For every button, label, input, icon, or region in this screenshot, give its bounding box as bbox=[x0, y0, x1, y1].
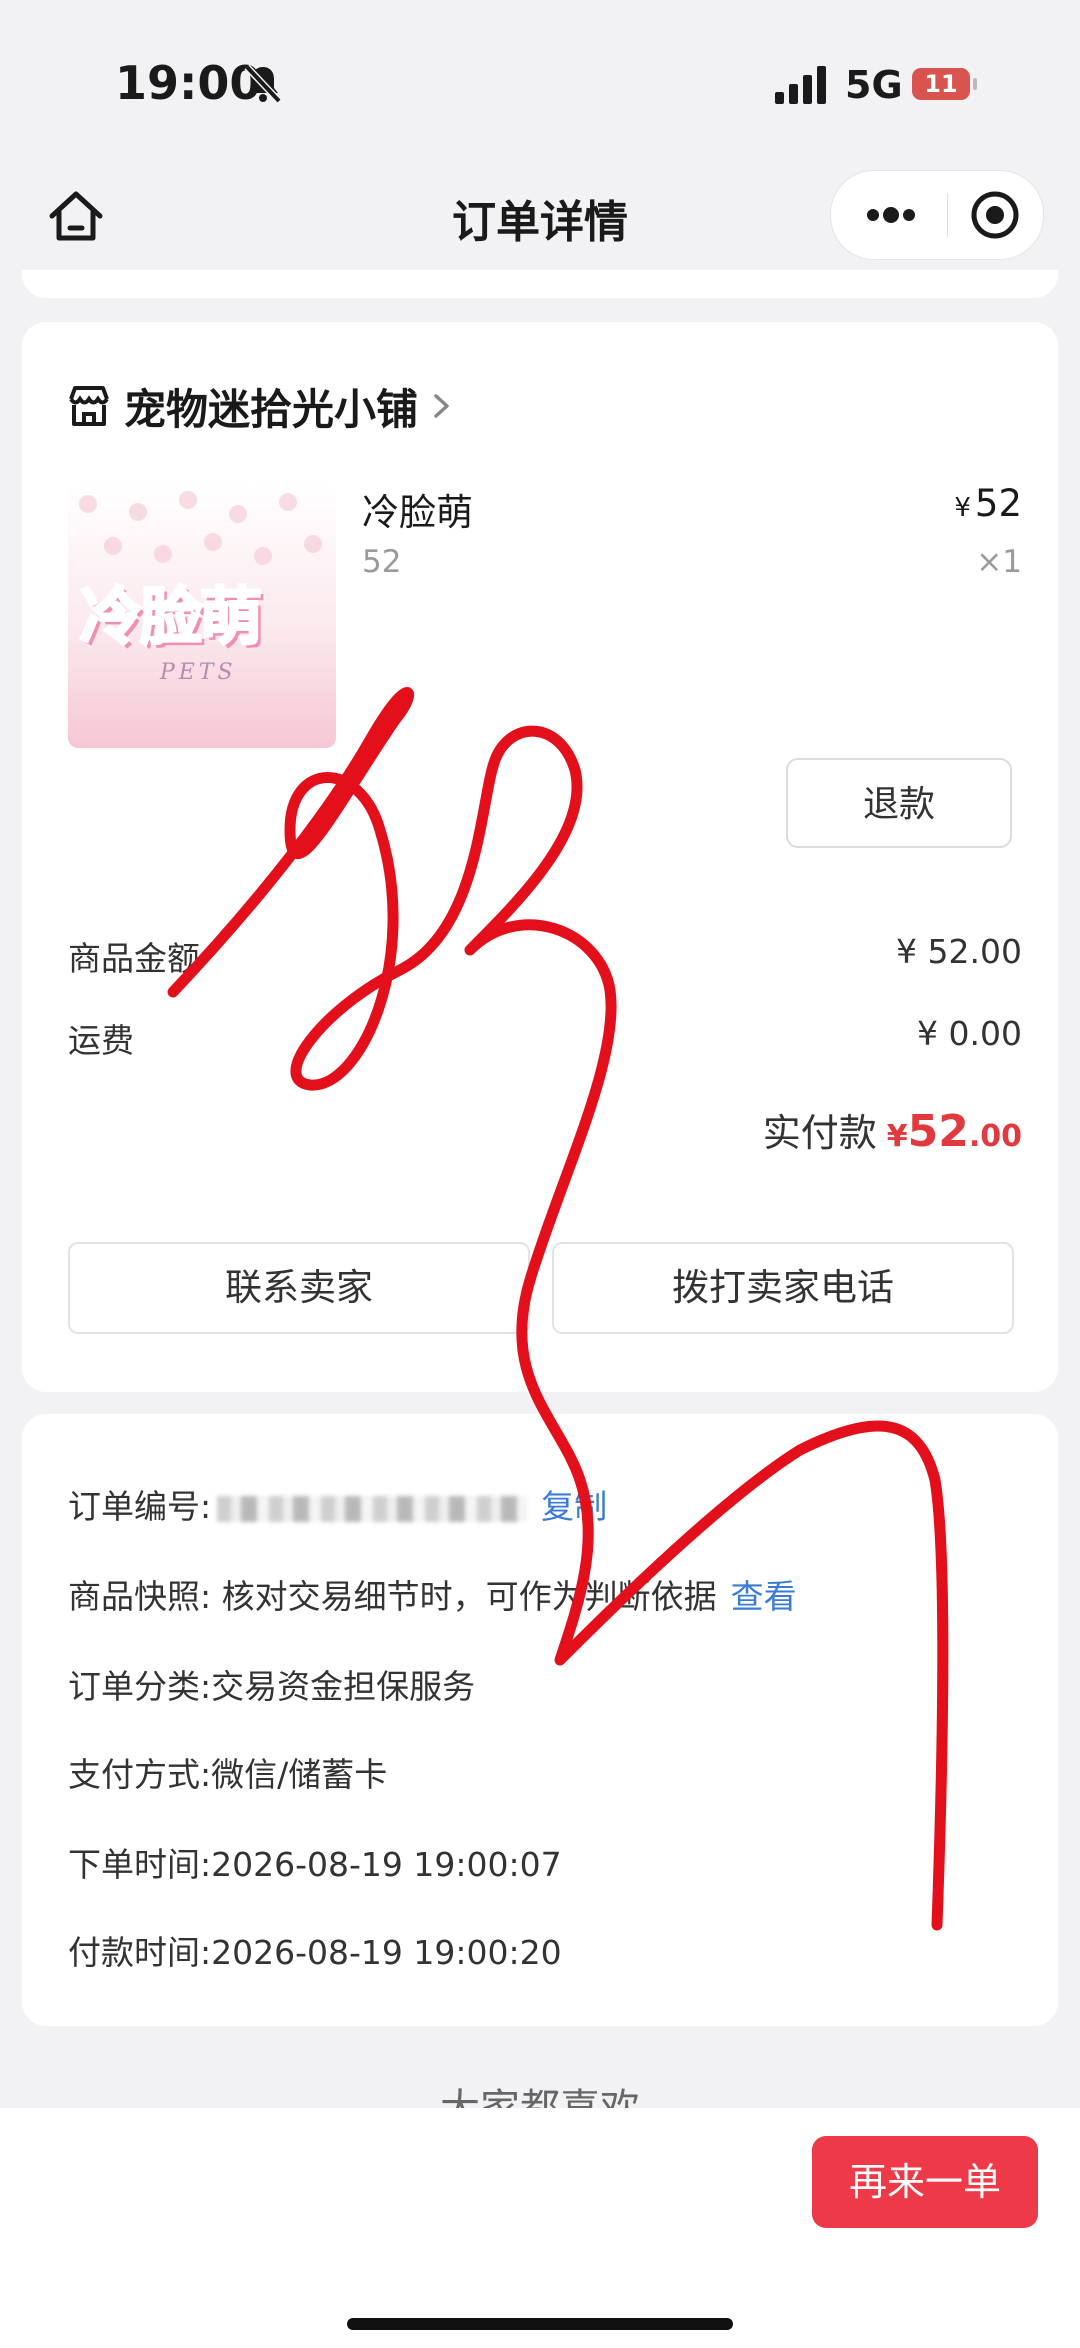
more-icon[interactable] bbox=[861, 193, 921, 237]
thumbnail-logo: 冷脸萌 bbox=[78, 579, 263, 655]
shop-icon bbox=[69, 386, 109, 426]
paid-dec: .00 bbox=[968, 1119, 1022, 1154]
shipping-label: 运费 bbox=[68, 1021, 134, 1060]
thumbnail-subtitle: PETS bbox=[160, 660, 237, 685]
order-number-masked bbox=[217, 1495, 528, 1522]
shop-link[interactable]: 宠物迷拾光小铺 bbox=[66, 380, 454, 434]
paid-symbol: ¥ bbox=[886, 1119, 908, 1154]
price-symbol: ¥ bbox=[954, 493, 971, 523]
call-seller-button[interactable]: 拨打卖家电话 bbox=[552, 1242, 1014, 1334]
shop-name: 宠物迷拾光小铺 bbox=[124, 384, 419, 434]
order-number-row: 订单编号: 复制 bbox=[68, 1480, 607, 1528]
menu-capsule bbox=[830, 170, 1044, 260]
goods-amount-label: 商品金额 bbox=[68, 939, 200, 978]
battery-level: 11 bbox=[912, 68, 970, 100]
target-icon[interactable] bbox=[969, 189, 1021, 241]
product-price: ¥52 bbox=[954, 482, 1022, 525]
battery-icon: 11 bbox=[912, 68, 978, 104]
order-placed-time: 下单时间:2026-08-19 19:00:07 bbox=[68, 1845, 562, 1884]
order-paid-time: 付款时间:2026-08-19 19:00:20 bbox=[68, 1933, 562, 1972]
product-name[interactable]: 冷脸萌 bbox=[362, 482, 473, 536]
bell-slash-icon bbox=[244, 64, 282, 104]
paid-int: 52 bbox=[907, 1106, 969, 1157]
battery-tip bbox=[973, 78, 977, 90]
chevron-right-icon bbox=[434, 394, 449, 418]
nav-bar: 订单详情 bbox=[0, 160, 1080, 280]
status-bar: 19:00 5G 11 bbox=[0, 0, 1080, 160]
home-indicator bbox=[347, 2318, 733, 2330]
snapshot-text: 商品快照: 核对交易细节时，可作为判断依据 bbox=[68, 1577, 717, 1616]
refund-button[interactable]: 退款 bbox=[786, 758, 1012, 848]
product-spec: 52 bbox=[362, 544, 402, 580]
shipping-value: ¥ 0.00 bbox=[917, 1014, 1022, 1053]
contact-seller-button[interactable]: 联系卖家 bbox=[68, 1242, 530, 1334]
bottom-bar: 再来一单 bbox=[0, 2108, 1080, 2348]
signal-icon bbox=[775, 66, 826, 104]
order-info-card: 订单编号: 复制 商品快照: 核对交易细节时，可作为判断依据 查看 订单分类:交易资… bbox=[22, 1414, 1058, 2026]
capsule-divider bbox=[947, 193, 948, 237]
reorder-button[interactable]: 再来一单 bbox=[812, 2136, 1038, 2228]
snapshot-row: 商品快照: 核对交易细节时，可作为判断依据 查看 bbox=[68, 1570, 797, 1618]
order-number-label: 订单编号: bbox=[68, 1487, 212, 1526]
copy-link[interactable]: 复制 bbox=[541, 1487, 607, 1526]
network-type: 5G bbox=[845, 63, 903, 107]
previous-card-bottom bbox=[22, 270, 1058, 298]
paid-total: 实付款 ¥52.00 bbox=[763, 1102, 1022, 1157]
status-time: 19:00 bbox=[115, 56, 262, 110]
price-value: 52 bbox=[974, 482, 1022, 525]
product-quantity: ×1 bbox=[976, 544, 1022, 580]
payment-method: 支付方式:微信/储蓄卡 bbox=[68, 1755, 388, 1794]
paid-label: 实付款 bbox=[762, 1111, 877, 1155]
product-card: 宠物迷拾光小铺 冷脸萌 PETS 冷脸萌 52 ¥52 ×1 退款 商品金额 ¥… bbox=[22, 322, 1058, 1392]
goods-amount-value: ¥ 52.00 bbox=[896, 932, 1022, 971]
product-thumbnail[interactable]: 冷脸萌 PETS bbox=[68, 484, 336, 748]
order-category: 订单分类:交易资金担保服务 bbox=[68, 1667, 476, 1706]
snapshot-view-link[interactable]: 查看 bbox=[731, 1577, 797, 1616]
